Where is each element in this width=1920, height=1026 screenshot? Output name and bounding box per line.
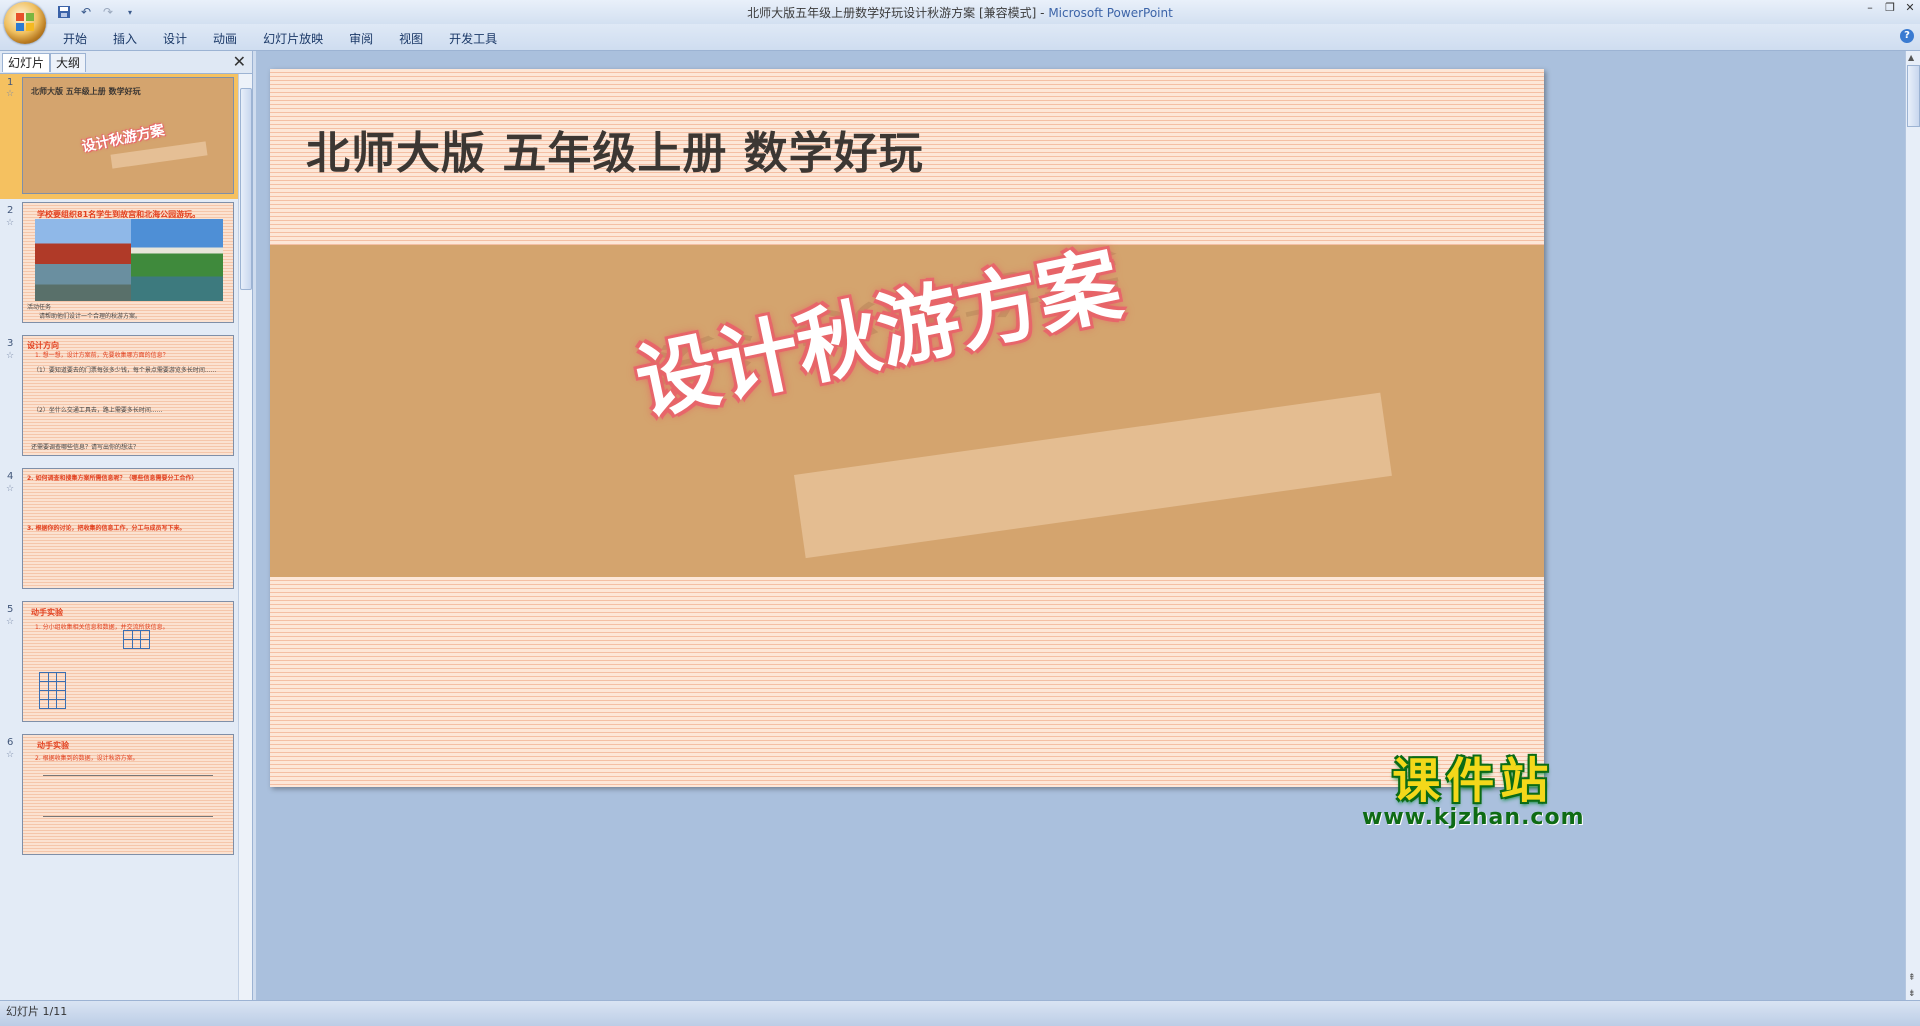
document-title: 北师大版五年级上册数学好玩设计秋游方案 [兼容模式] - (747, 6, 1049, 20)
thumbnail-preview: 学校要组织81名学生到故宫和北海公园游玩。 活动任务 请帮助他们设计一个合理的秋… (22, 202, 234, 323)
animation-icon: ☆ (6, 89, 15, 99)
wordart-title[interactable]: 设计秋游方案 (624, 218, 1130, 437)
tab-home[interactable]: 开始 (50, 27, 100, 50)
office-button[interactable] (4, 2, 46, 44)
thumbnails-scrollbar[interactable] (238, 74, 252, 1019)
thumbnail-preview: 设计方向 1. 想一想，设计方案前，先要收集哪方面的信息？ （1）要知道要去的门… (22, 335, 234, 456)
forbidden-city-photo (35, 219, 131, 301)
decorative-strip (794, 392, 1392, 559)
thumb-title: 2. 如何调查和搜集方案所需信息呢？（哪些信息需要分工合作） (27, 475, 198, 482)
status-bar (0, 1000, 1920, 1026)
cost-table (39, 672, 66, 709)
tab-design[interactable]: 设计 (150, 27, 200, 50)
slide-thumbnails: 1 ☆ 北师大版 五年级上册 数学好玩 设计秋游方案 2 ☆ 学校要组织81名学… (0, 74, 238, 1019)
thumb-text: 1. 想一想，设计方案前，先要收集哪方面的信息？ (35, 352, 169, 359)
thumb-title: 北师大版 五年级上册 数学好玩 (31, 86, 141, 96)
animation-icon: ☆ (6, 617, 15, 627)
thumb-text: 3. 根据你的讨论，把收集的信息工作，分工与成员写下来。 (27, 525, 186, 532)
close-pane-icon[interactable]: ✕ (233, 52, 246, 71)
thumb-text: （2）坐什么交通工具去，路上需要多长时间...... (33, 407, 163, 414)
slide-number: 2 (7, 205, 14, 216)
watermark-text: 课件站 (1392, 753, 1555, 809)
window-title: 北师大版五年级上册数学好玩设计秋游方案 [兼容模式] - Microsoft P… (0, 4, 1920, 21)
tab-view[interactable]: 视图 (386, 27, 436, 50)
slide-thumbnail-6[interactable]: 6 ☆ 动手实验 2. 根据收集到的数据，设计秋游方案。 (0, 734, 238, 868)
watermark-url: www.kjzhan.com (1362, 805, 1585, 830)
thumb-text: （1）要知道要去的门票每张多少钱，每个景点需要游览多长时间...... (33, 367, 217, 374)
flow-lines (43, 775, 213, 817)
prev-slide-icon[interactable]: ⇞ (1908, 973, 1916, 983)
slide-thumbnail-2[interactable]: 2 ☆ 学校要组织81名学生到故宫和北海公园游玩。 活动任务 请帮助他们设计一个… (0, 202, 238, 336)
thumb-text: 请帮助他们设计一个合理的秋游方案。 (39, 313, 142, 320)
title-band: 设计秋游方案 设计秋游方案 (270, 237, 1544, 577)
minimize-button[interactable]: – (1860, 0, 1880, 18)
slide-scrollbar[interactable]: ▲ ⇞ ⇟ (1905, 51, 1920, 1019)
thumb-text: 活动任务 (27, 304, 52, 311)
app-name: Microsoft PowerPoint (1048, 6, 1173, 20)
tab-animations[interactable]: 动画 (200, 27, 250, 50)
price-table (123, 630, 150, 649)
scrollbar-thumb[interactable] (1907, 65, 1920, 127)
scrollbar-thumb[interactable] (240, 88, 252, 290)
tab-slides[interactable]: 幻灯片 (2, 53, 51, 72)
next-slide-icon[interactable]: ⇟ (1908, 989, 1916, 999)
thumbnail-preview: 动手实验 1. 分小组收集相关信息和数据，并交流所获信息。 (22, 601, 234, 722)
slide-number: 4 (7, 471, 14, 482)
slide-editing-area: 北师大版 五年级上册 数学好玩 设计秋游方案 设计秋游方案 ▲ ⇞ ⇟ (256, 51, 1920, 1019)
thumb-title: 动手实验 (37, 741, 69, 750)
tab-developer[interactable]: 开发工具 (436, 27, 510, 50)
restore-button[interactable]: ❐ (1880, 0, 1900, 18)
office-logo-icon (16, 13, 34, 31)
tab-outline[interactable]: 大纲 (50, 53, 87, 72)
thumb-text: 2. 根据收集到的数据，设计秋游方案。 (35, 755, 139, 762)
ribbon: 开始 插入 设计 动画 幻灯片放映 审阅 视图 开发工具 ? (0, 24, 1920, 51)
animation-icon: ☆ (6, 351, 15, 361)
status-slide-count: 幻灯片 1/11 (6, 1005, 68, 1018)
beihai-park-photo (131, 219, 223, 301)
tab-insert[interactable]: 插入 (100, 27, 150, 50)
thumb-text: 还需要调查哪些信息？请写出你的想法？ (31, 444, 140, 451)
thumbnail-preview: 2. 如何调查和搜集方案所需信息呢？（哪些信息需要分工合作） 3. 根据你的讨论… (22, 468, 234, 589)
watermark-logo: 课件站 www.kjzhan.com (1362, 756, 1585, 830)
animation-icon: ☆ (6, 750, 15, 760)
scrollbar-up-icon[interactable]: ▲ (1908, 53, 1914, 62)
slide-number: 3 (7, 338, 14, 349)
thumb-title: 动手实验 (31, 608, 63, 617)
tab-review[interactable]: 审阅 (336, 27, 386, 50)
pane-tabs: 幻灯片 大纲 ✕ (0, 51, 252, 74)
slide-thumbnail-4[interactable]: 4 ☆ 2. 如何调查和搜集方案所需信息呢？（哪些信息需要分工合作） 3. 根据… (0, 468, 238, 602)
title-bar: ↶ ↷ ▾ 北师大版五年级上册数学好玩设计秋游方案 [兼容模式] - Micro… (0, 0, 1920, 24)
tab-slideshow[interactable]: 幻灯片放映 (250, 27, 336, 50)
slide-thumbnail-5[interactable]: 5 ☆ 动手实验 1. 分小组收集相关信息和数据，并交流所获信息。 (0, 601, 238, 735)
animation-icon: ☆ (6, 484, 15, 494)
slide-number: 5 (7, 604, 14, 615)
slide-title[interactable]: 北师大版 五年级上册 数学好玩 (306, 117, 924, 181)
animation-icon: ☆ (6, 218, 15, 228)
window-controls: – ❐ ✕ (1860, 0, 1920, 18)
slide-number: 6 (7, 737, 14, 748)
close-button[interactable]: ✕ (1900, 0, 1920, 18)
thumbnail-preview: 动手实验 2. 根据收集到的数据，设计秋游方案。 (22, 734, 234, 855)
slide-thumbnail-3[interactable]: 3 ☆ 设计方向 1. 想一想，设计方案前，先要收集哪方面的信息？ （1）要知道… (0, 335, 238, 469)
thumbnail-preview: 北师大版 五年级上册 数学好玩 设计秋游方案 (22, 77, 234, 194)
slides-pane: 幻灯片 大纲 ✕ 1 ☆ 北师大版 五年级上册 数学好玩 设计秋游方案 2 ☆ … (0, 51, 253, 1019)
slide-canvas[interactable]: 北师大版 五年级上册 数学好玩 设计秋游方案 设计秋游方案 (270, 69, 1544, 787)
ribbon-tabs: 开始 插入 设计 动画 幻灯片放映 审阅 视图 开发工具 (50, 27, 510, 50)
slide-thumbnail-1[interactable]: 1 ☆ 北师大版 五年级上册 数学好玩 设计秋游方案 (0, 74, 238, 199)
help-icon[interactable]: ? (1900, 29, 1914, 43)
slide-number: 1 (7, 77, 14, 88)
